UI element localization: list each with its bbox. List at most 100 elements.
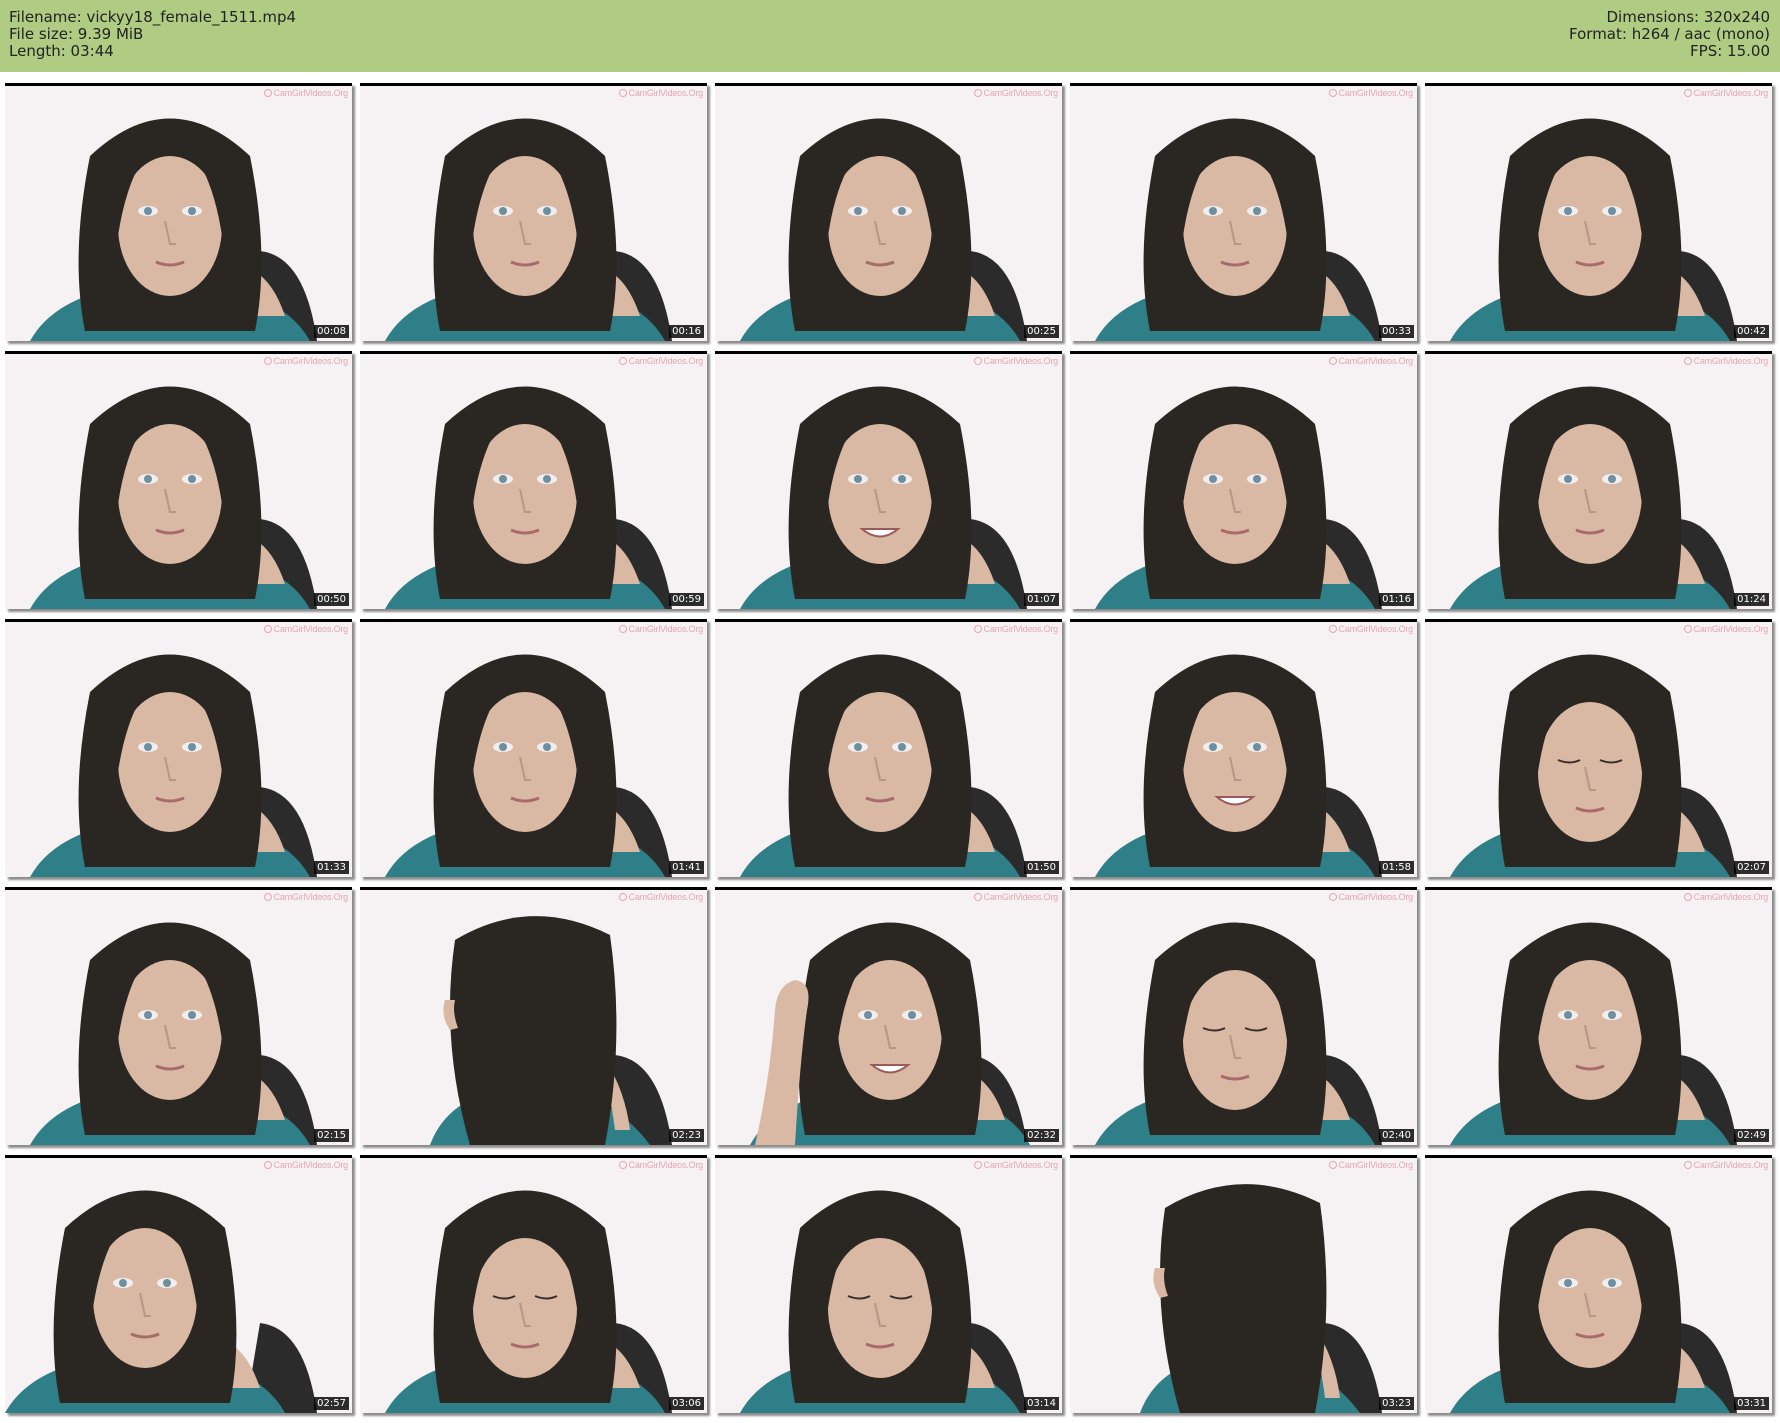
timestamp-label: 00:42 bbox=[1734, 325, 1769, 338]
watermark-text: CamGirlVideos.Org bbox=[973, 892, 1059, 902]
timestamp-label: 01:33 bbox=[314, 861, 349, 874]
watermark-label: CamGirlVideos.Org bbox=[1338, 1160, 1414, 1170]
timestamp-label: 00:16 bbox=[669, 325, 704, 338]
watermark-text: CamGirlVideos.Org bbox=[618, 356, 704, 366]
frame-image bbox=[5, 622, 352, 877]
watermark-logo-icon bbox=[618, 357, 627, 365]
watermark-label: CamGirlVideos.Org bbox=[273, 1160, 349, 1170]
video-thumbnail: CamGirlVideos.Org 01:58 bbox=[1070, 619, 1417, 877]
watermark-logo-icon bbox=[263, 625, 272, 633]
video-thumbnail: CamGirlVideos.Org 03:06 bbox=[360, 1155, 707, 1413]
watermark-label: CamGirlVideos.Org bbox=[273, 892, 349, 902]
video-thumbnail: CamGirlVideos.Org 03:23 bbox=[1070, 1155, 1417, 1413]
watermark-text: CamGirlVideos.Org bbox=[1683, 1160, 1769, 1170]
watermark-label: CamGirlVideos.Org bbox=[983, 356, 1059, 366]
watermark-logo-icon bbox=[1328, 1161, 1337, 1169]
video-thumbnail: CamGirlVideos.Org 02:15 bbox=[5, 887, 352, 1145]
watermark-text: CamGirlVideos.Org bbox=[973, 624, 1058, 634]
frame-image bbox=[715, 622, 1062, 877]
frame-image bbox=[1425, 622, 1772, 877]
frame-image bbox=[360, 86, 707, 341]
video-thumbnail: CamGirlVideos.Org 03:14 bbox=[715, 1155, 1062, 1413]
timestamp-label: 02:57 bbox=[314, 1397, 349, 1410]
watermark-logo-icon bbox=[1328, 625, 1337, 633]
video-thumbnail: CamGirlVideos.Org 02:40 bbox=[1070, 887, 1417, 1145]
watermark-text: CamGirlVideos.Org bbox=[1328, 88, 1413, 98]
fps-text: FPS: 15.00 bbox=[1690, 42, 1770, 60]
watermark-logo-icon bbox=[1683, 893, 1692, 901]
watermark-logo-icon bbox=[1683, 625, 1692, 633]
watermark-label: CamGirlVideos.Org bbox=[273, 356, 349, 366]
video-thumbnail: CamGirlVideos.Org 02:57 bbox=[5, 1155, 352, 1413]
video-info: Dimensions: 320x240 Format: h264 / aac (… bbox=[1569, 9, 1770, 60]
watermark-text: CamGirlVideos.Org bbox=[263, 892, 349, 902]
length-text: Length: 03:44 bbox=[9, 42, 114, 60]
watermark-text: CamGirlVideos.Org bbox=[1683, 624, 1769, 634]
watermark-logo-icon bbox=[263, 89, 272, 97]
watermark-label: CamGirlVideos.Org bbox=[983, 892, 1059, 902]
frame-image bbox=[1425, 1158, 1772, 1413]
timestamp-label: 01:24 bbox=[1734, 593, 1769, 606]
watermark-label: CamGirlVideos.Org bbox=[628, 892, 704, 902]
timestamp-label: 00:08 bbox=[314, 325, 349, 338]
frame-image bbox=[1425, 354, 1772, 609]
watermark-label: CamGirlVideos.Org bbox=[983, 88, 1059, 98]
video-thumbnail: CamGirlVideos.Org 00:16 bbox=[360, 83, 707, 341]
frame-image bbox=[1425, 86, 1772, 341]
frame-image bbox=[1070, 1158, 1417, 1413]
watermark-label: CamGirlVideos.Org bbox=[1338, 356, 1414, 366]
watermark-text: CamGirlVideos.Org bbox=[973, 1160, 1059, 1170]
video-thumbnail: CamGirlVideos.Org 02:49 bbox=[1425, 887, 1772, 1145]
watermark-label: CamGirlVideos.Org bbox=[628, 356, 704, 366]
frame-image bbox=[715, 890, 1062, 1145]
watermark-logo-icon bbox=[1328, 893, 1337, 901]
timestamp-label: 03:31 bbox=[1734, 1397, 1769, 1410]
timestamp-label: 02:40 bbox=[1379, 1129, 1414, 1142]
watermark-logo-icon bbox=[618, 625, 627, 633]
watermark-label: CamGirlVideos.Org bbox=[628, 88, 704, 98]
watermark-text: CamGirlVideos.Org bbox=[618, 624, 704, 634]
timestamp-label: 02:49 bbox=[1734, 1129, 1769, 1142]
watermark-text: CamGirlVideos.Org bbox=[618, 892, 704, 902]
watermark-text: CamGirlVideos.Org bbox=[263, 88, 348, 98]
watermark-logo-icon bbox=[973, 1161, 982, 1169]
video-thumbnail: CamGirlVideos.Org 01:24 bbox=[1425, 351, 1772, 609]
video-thumbnail: CamGirlVideos.Org 01:07 bbox=[715, 351, 1062, 609]
filename-text: Filename: vickyy18_female_1511.mp4 bbox=[9, 8, 297, 26]
timestamp-label: 02:32 bbox=[1024, 1129, 1059, 1142]
video-thumbnail: CamGirlVideos.Org 01:33 bbox=[5, 619, 352, 877]
watermark-text: CamGirlVideos.Org bbox=[618, 88, 704, 98]
video-thumbnail: CamGirlVideos.Org 00:50 bbox=[5, 351, 352, 609]
watermark-text: CamGirlVideos.Org bbox=[263, 624, 349, 634]
watermark-logo-icon bbox=[263, 893, 272, 901]
video-thumbnail: CamGirlVideos.Org 00:25 bbox=[715, 83, 1062, 341]
timestamp-label: 02:23 bbox=[669, 1129, 704, 1142]
watermark-logo-icon bbox=[973, 89, 982, 97]
watermark-logo-icon bbox=[1328, 357, 1337, 365]
watermark-text: CamGirlVideos.Org bbox=[1683, 892, 1768, 902]
frame-image bbox=[360, 354, 707, 609]
video-thumbnail: CamGirlVideos.Org 00:42 bbox=[1425, 83, 1772, 341]
watermark-label: CamGirlVideos.Org bbox=[1693, 356, 1769, 366]
watermark-label: CamGirlVideos.Org bbox=[628, 624, 704, 634]
info-header: Filename: vickyy18_female_1511.mp4 File … bbox=[0, 0, 1780, 72]
watermark-text: CamGirlVideos.Org bbox=[973, 88, 1059, 98]
dimensions-text: Dimensions: 320x240 bbox=[1606, 8, 1770, 26]
timestamp-label: 00:50 bbox=[314, 593, 349, 606]
watermark-text: CamGirlVideos.Org bbox=[1328, 1160, 1414, 1170]
watermark-logo-icon bbox=[263, 357, 272, 365]
frame-image bbox=[1070, 890, 1417, 1145]
video-thumbnail: CamGirlVideos.Org 00:59 bbox=[360, 351, 707, 609]
file-info: Filename: vickyy18_female_1511.mp4 File … bbox=[9, 9, 296, 60]
frame-image bbox=[715, 354, 1062, 609]
timestamp-label: 01:41 bbox=[669, 861, 704, 874]
frame-image bbox=[5, 86, 352, 341]
watermark-label: CamGirlVideos.Org bbox=[983, 1160, 1059, 1170]
watermark-label: CamGirlVideos.Org bbox=[1693, 624, 1769, 634]
watermark-label: CamGirlVideos.Org bbox=[273, 624, 349, 634]
watermark-logo-icon bbox=[618, 89, 627, 97]
timestamp-label: 01:50 bbox=[1024, 861, 1059, 874]
frame-image bbox=[1425, 890, 1772, 1145]
watermark-label: CamGirlVideos.Org bbox=[1693, 1160, 1769, 1170]
watermark-text: CamGirlVideos.Org bbox=[1328, 892, 1413, 902]
